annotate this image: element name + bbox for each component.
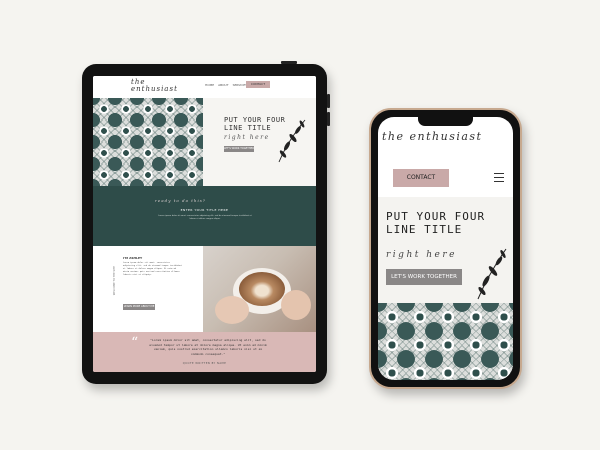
coffee-cup-photo — [203, 246, 316, 332]
tablet-power-button — [281, 61, 297, 64]
tablet-volume-up-button — [327, 94, 330, 108]
quote-mark-icon: “ — [131, 335, 139, 351]
phone-contact-button[interactable]: CONTACT — [393, 169, 449, 187]
tablet-about-section — [93, 246, 203, 332]
tablet-about-body: Lorem ipsum dolor sit amet, consectetur … — [123, 262, 183, 276]
tablet-quote-text: "Lorem ipsum dolor sit amet, consectetur… — [149, 338, 267, 356]
tablet-volume-down-button — [327, 112, 330, 126]
phone-hero-script: right here — [386, 250, 457, 260]
hand-right — [281, 290, 311, 320]
branch-illustration-icon — [278, 119, 306, 163]
tablet-green-body: Lorem ipsum dolor sit amet, consectetur … — [158, 215, 252, 220]
hand-left — [215, 296, 249, 324]
nav-item-about[interactable]: ABOUT — [218, 83, 228, 87]
nav-item-services[interactable]: SERVICES — [233, 83, 248, 87]
tablet-device: the enthusiast HOME ABOUT SERVICES BLOG … — [82, 61, 330, 384]
latte-foam — [239, 272, 285, 306]
tablet-quote-cite: QUOTE WRITTEN BY NAME — [182, 362, 227, 365]
tablet-about-vertical-text: WELCOME TO THE SITE — [113, 266, 116, 296]
tablet-contact-button[interactable]: CONTACT — [246, 81, 270, 88]
phone-device: the enthusiast CONTACT PUT YOUR FOUR LIN… — [369, 108, 522, 389]
tablet-hero-button[interactable]: LET'S WORK TOGETHER — [224, 146, 254, 152]
tablet-logo[interactable]: the enthusiast — [131, 79, 177, 93]
phone-logo[interactable]: the enthusiast — [382, 131, 482, 142]
tablet-green-script: ready to do this? — [155, 198, 206, 203]
phone-hero-button[interactable]: LET'S WORK TOGETHER — [386, 269, 462, 285]
branch-illustration-icon — [477, 248, 507, 300]
phone-tile-pattern-image — [378, 303, 513, 380]
tablet-navbar — [93, 76, 316, 98]
nav-item-home[interactable]: HOME — [205, 83, 214, 87]
tablet-hero-script: right here — [224, 134, 270, 141]
tablet-tile-pattern-image — [93, 98, 203, 186]
hamburger-menu-icon[interactable] — [494, 173, 504, 183]
tablet-screen: the enthusiast HOME ABOUT SERVICES BLOG … — [93, 76, 316, 372]
tablet-about-heading: I'M ASHLEY — [123, 256, 143, 260]
phone-hero-title: PUT YOUR FOUR LINE TITLE — [386, 210, 486, 236]
phone-notch — [418, 117, 473, 126]
tablet-about-button[interactable]: LEARN MORE ABOUT ME — [123, 304, 155, 310]
tablet-green-heading: ENTER YOUR TITLE HERE — [180, 208, 229, 212]
phone-screen: the enthusiast CONTACT PUT YOUR FOUR LIN… — [378, 117, 513, 380]
